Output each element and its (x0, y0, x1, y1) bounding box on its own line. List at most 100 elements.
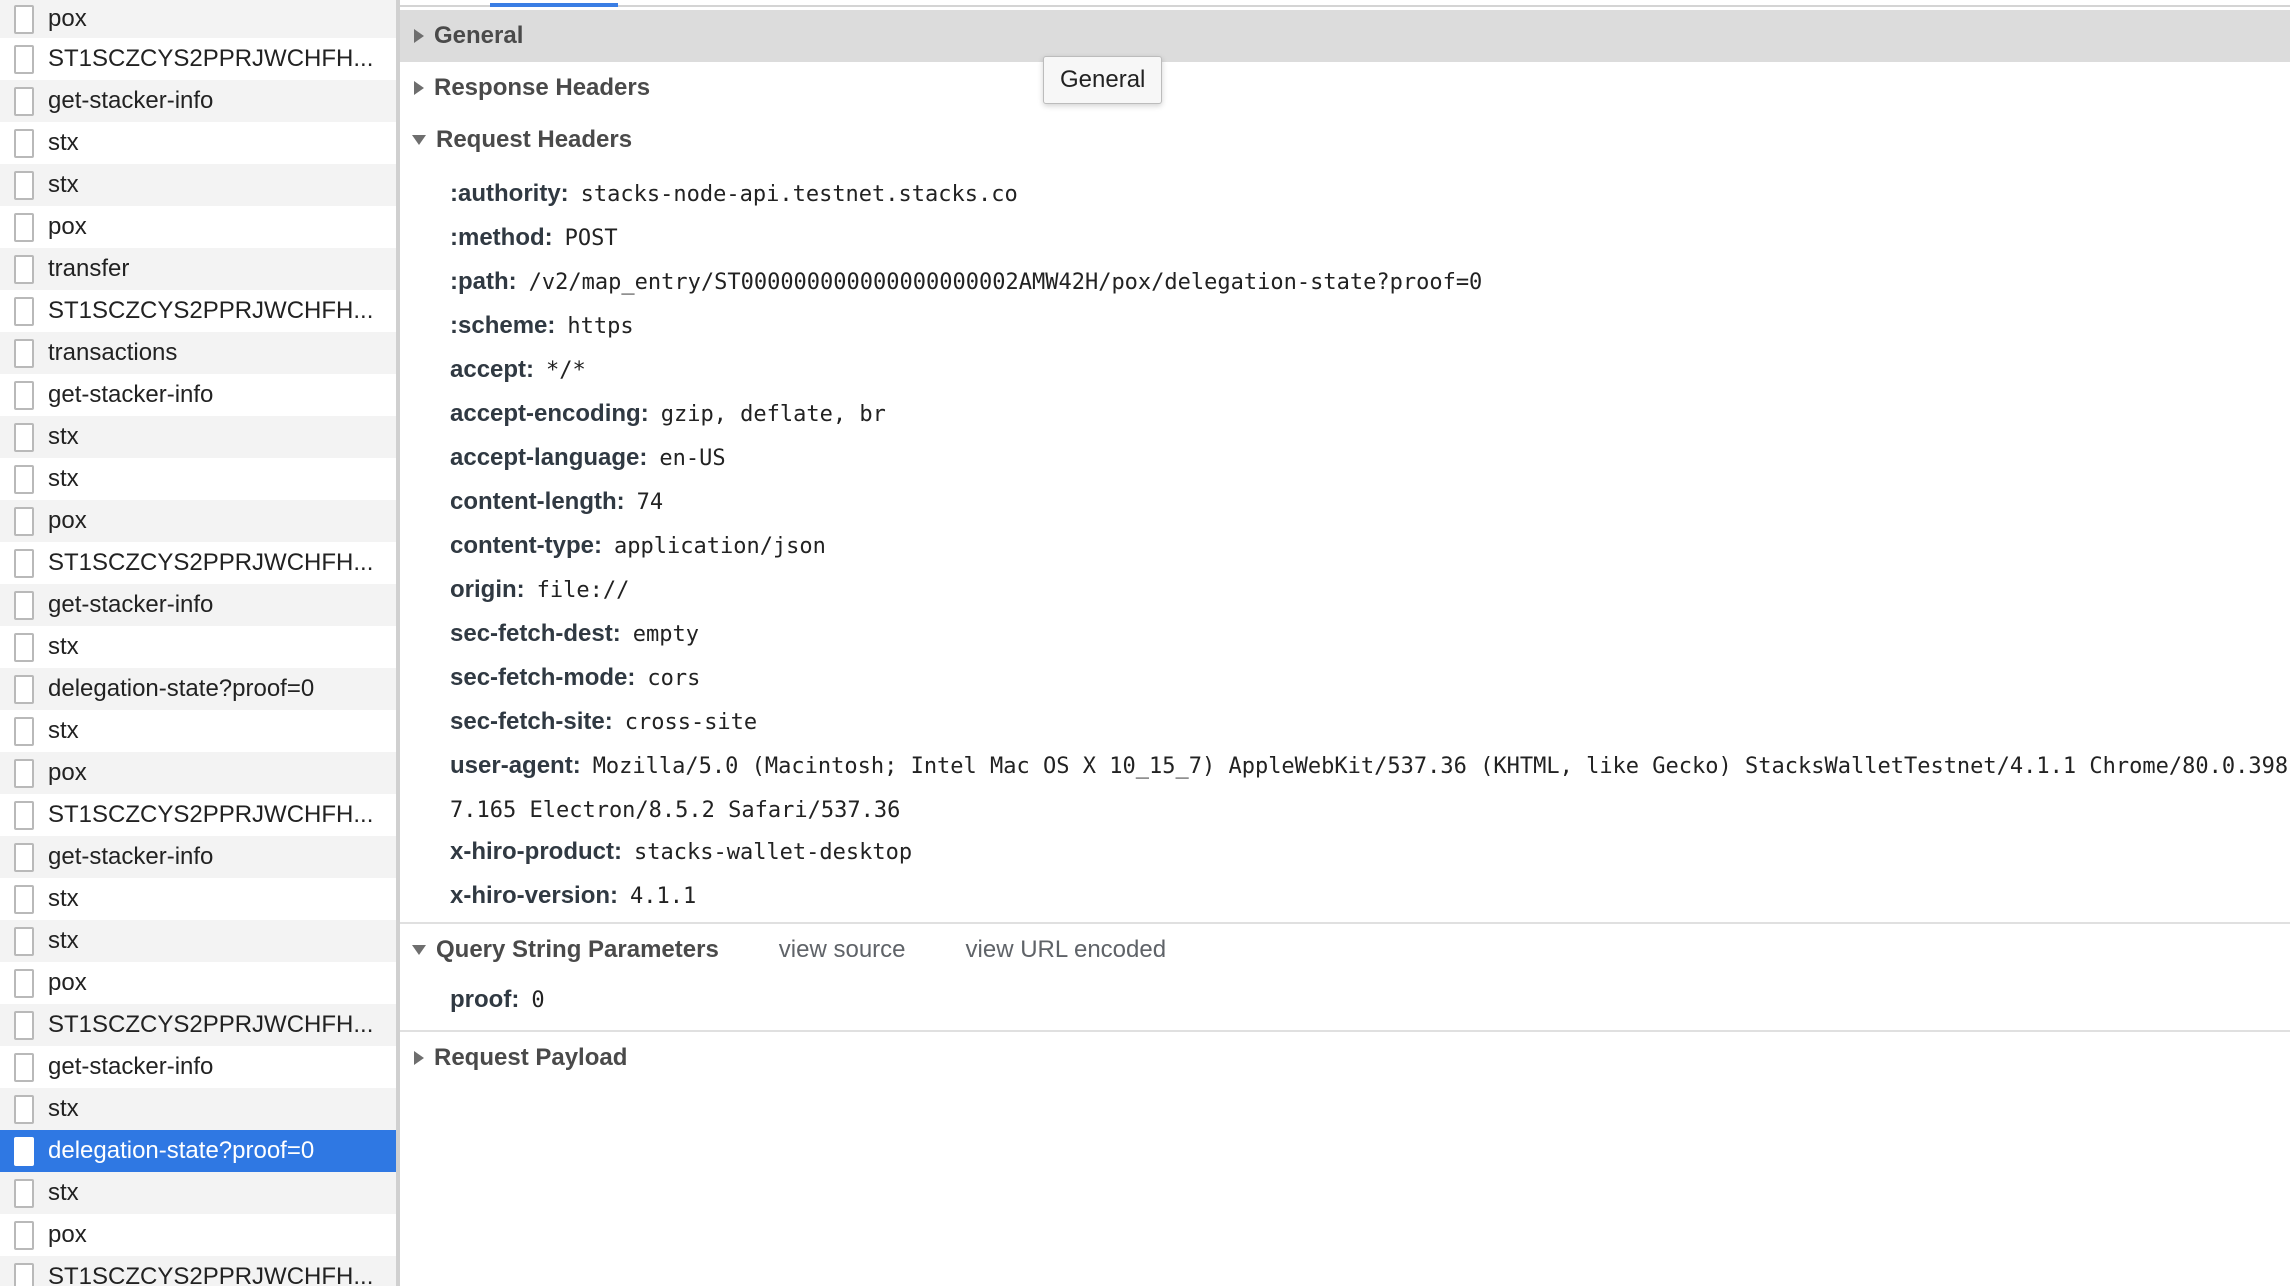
document-icon (14, 338, 34, 368)
section-request-headers[interactable]: Request Headers (400, 114, 2290, 166)
request-row[interactable]: ST1SCZCYS2PPRJWCHFH... (0, 1004, 396, 1046)
request-row[interactable]: pox (0, 206, 396, 248)
request-name: transactions (48, 339, 178, 366)
document-icon (14, 254, 34, 284)
view-source-link[interactable]: view source (779, 936, 906, 964)
request-row[interactable]: get-stacker-info (0, 836, 396, 878)
header-value: application/json (614, 533, 826, 559)
request-name: ST1SCZCYS2PPRJWCHFH... (48, 297, 374, 324)
request-name: pox (48, 969, 87, 996)
network-request-list[interactable]: pox ST1SCZCYS2PPRJWCHFH... get-stacker-inf… (0, 0, 396, 1286)
param-name: proof: (450, 986, 520, 1013)
document-icon (14, 884, 34, 914)
request-name: get-stacker-info (48, 843, 214, 870)
request-row[interactable]: get-stacker-info (0, 80, 396, 122)
document-icon (14, 1262, 34, 1286)
request-header-row: x-hiro-product: stacks-wallet-desktop (450, 830, 912, 874)
request-header-row: :method: POST (450, 216, 618, 260)
header-value: file:// (536, 577, 630, 603)
section-request-payload-title: Request Payload (434, 1044, 628, 1071)
header-name: content-type: (450, 532, 602, 559)
request-name: stx (48, 129, 79, 156)
header-name: x-hiro-version: (450, 882, 619, 909)
request-name: ST1SCZCYS2PPRJWCHFH... (48, 801, 374, 828)
request-row[interactable]: stx (0, 416, 396, 458)
document-icon (14, 926, 34, 956)
document-icon (14, 590, 34, 620)
request-row[interactable]: transactions (0, 332, 396, 374)
request-header-row: :scheme: https (450, 304, 634, 348)
request-row[interactable]: stx (0, 1088, 396, 1130)
request-name: stx (48, 171, 79, 198)
header-value: https (567, 313, 634, 339)
header-value: 4.1.1 (630, 883, 697, 909)
section-general[interactable]: General (400, 10, 2290, 62)
request-header-row: content-length: 74 (450, 480, 663, 524)
query-param-row: proof: 0 (450, 978, 545, 1022)
request-row[interactable]: pox (0, 0, 396, 38)
section-general-title: General (434, 22, 524, 49)
request-name: pox (48, 5, 87, 32)
request-row[interactable]: ST1SCZCYS2PPRJWCHFH... (0, 794, 396, 836)
request-header-row: sec-fetch-dest: empty (450, 612, 699, 656)
request-row[interactable]: stx (0, 710, 396, 752)
document-icon (14, 1052, 34, 1082)
request-name: stx (48, 927, 79, 954)
request-row[interactable]: get-stacker-info (0, 374, 396, 416)
request-row[interactable]: pox (0, 1214, 396, 1256)
document-icon (14, 1178, 34, 1208)
section-query-string[interactable]: Query String Parameters view source view… (400, 924, 2290, 976)
param-value: 0 (531, 987, 545, 1013)
request-row[interactable]: get-stacker-info (0, 1046, 396, 1088)
request-row[interactable]: pox (0, 752, 396, 794)
request-row[interactable]: stx (0, 1172, 396, 1214)
header-name: :method: (450, 224, 553, 251)
request-row[interactable]: pox (0, 500, 396, 542)
header-name: sec-fetch-mode: (450, 664, 636, 691)
request-row[interactable]: ST1SCZCYS2PPRJWCHFH... (0, 38, 396, 80)
request-row[interactable]: delegation-state?proof=0 (0, 668, 396, 710)
header-name: sec-fetch-dest: (450, 620, 621, 647)
request-row[interactable]: get-stacker-info (0, 584, 396, 626)
header-name: sec-fetch-site: (450, 708, 613, 735)
request-name: get-stacker-info (48, 1053, 214, 1080)
request-name: ST1SCZCYS2PPRJWCHFH... (48, 549, 374, 576)
tab-strip-border (400, 5, 2290, 7)
section-response-headers[interactable]: Response Headers (400, 62, 2290, 114)
request-name: get-stacker-info (48, 591, 214, 618)
request-header-row: accept-language: en-US (450, 436, 726, 480)
section-request-payload[interactable]: Request Payload (400, 1032, 2290, 1084)
request-row[interactable]: pox (0, 962, 396, 1004)
document-icon (14, 170, 34, 200)
request-name: stx (48, 633, 79, 660)
request-row[interactable]: transfer (0, 248, 396, 290)
request-row[interactable]: stx (0, 164, 396, 206)
request-row[interactable]: ST1SCZCYS2PPRJWCHFH... (0, 1256, 396, 1286)
document-icon (14, 1136, 34, 1166)
header-value: Mozilla/5.0 (Macintosh; Intel Mac OS X 1… (592, 753, 2289, 779)
view-url-encoded-link[interactable]: view URL encoded (966, 936, 1167, 964)
request-row[interactable]: stx (0, 458, 396, 500)
request-header-row: user-agent: Mozilla/5.0 (Macintosh; Intel… (450, 744, 2288, 788)
collapse-arrow-icon (412, 135, 426, 145)
section-query-string-title: Query String Parameters (436, 936, 719, 963)
tooltip: General (1043, 56, 1163, 104)
request-name: stx (48, 717, 79, 744)
header-value: cross-site (624, 709, 758, 735)
request-name: get-stacker-info (48, 87, 214, 114)
header-value: */* (546, 357, 586, 383)
header-name: origin: (450, 576, 525, 603)
request-row-selected[interactable]: delegation-state?proof=0 (0, 1130, 396, 1172)
request-row[interactable]: ST1SCZCYS2PPRJWCHFH... (0, 290, 396, 332)
request-row[interactable]: stx (0, 626, 396, 668)
header-value: cors (647, 665, 701, 691)
request-name: ST1SCZCYS2PPRJWCHFH... (48, 1011, 374, 1038)
document-icon (14, 380, 34, 410)
request-row[interactable]: stx (0, 878, 396, 920)
request-row[interactable]: stx (0, 122, 396, 164)
request-name: stx (48, 885, 79, 912)
request-row[interactable]: ST1SCZCYS2PPRJWCHFH... (0, 542, 396, 584)
request-name: pox (48, 1221, 87, 1248)
header-value: en-US (659, 445, 726, 471)
request-row[interactable]: stx (0, 920, 396, 962)
